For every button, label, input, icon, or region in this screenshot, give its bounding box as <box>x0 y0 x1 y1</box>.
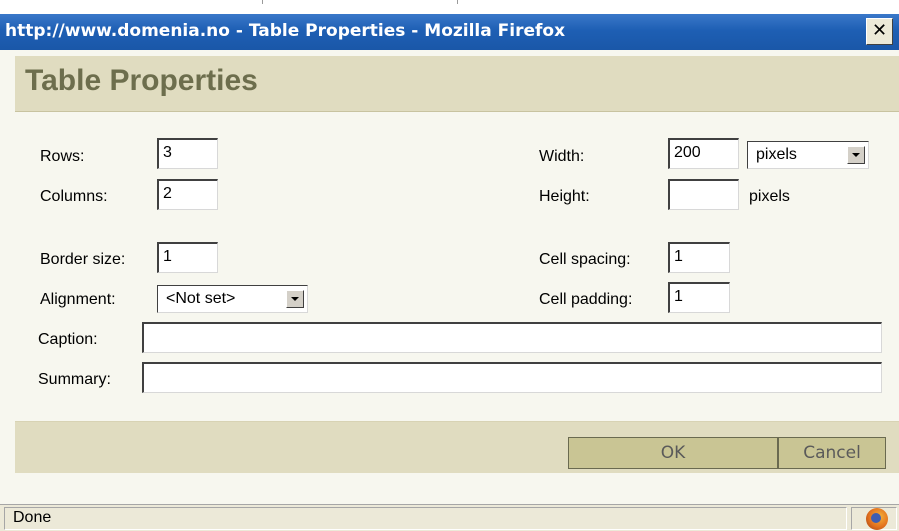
height-unit-label: pixels <box>749 188 790 205</box>
chevron-down-icon[interactable] <box>847 146 865 164</box>
width-label: Width: <box>539 148 585 165</box>
cell-spacing-label: Cell spacing: <box>539 251 631 268</box>
status-icon-panel <box>851 507 897 530</box>
dialog-body: Table Properties Rows: 3 Columns: 2 Widt… <box>0 50 899 504</box>
close-button[interactable]: ✕ <box>866 18 893 45</box>
window-title: http://www.domenia.no - Table Properties… <box>5 21 566 41</box>
cell-spacing-input[interactable]: 1 <box>668 242 730 273</box>
height-label: Height: <box>539 188 590 205</box>
width-unit-select[interactable]: pixels <box>747 141 869 169</box>
rows-label: Rows: <box>40 148 85 165</box>
caption-label: Caption: <box>38 331 98 348</box>
columns-label: Columns: <box>40 188 108 205</box>
status-text: Done <box>13 509 52 526</box>
width-unit-value: pixels <box>756 146 797 163</box>
border-size-label: Border size: <box>40 251 126 268</box>
chevron-down-icon[interactable] <box>286 290 304 308</box>
status-text-panel: Done <box>4 507 847 530</box>
ok-button[interactable]: OK <box>568 437 778 469</box>
divider <box>262 0 263 4</box>
summary-label: Summary: <box>38 371 111 388</box>
divider <box>15 111 899 112</box>
width-input[interactable]: 200 <box>668 138 739 169</box>
close-icon: ✕ <box>871 20 888 41</box>
dialog-header: Table Properties <box>15 56 899 112</box>
window-titlebar: http://www.domenia.no - Table Properties… <box>0 14 899 50</box>
divider <box>15 421 899 422</box>
cell-padding-input[interactable]: 1 <box>668 282 730 313</box>
alignment-value: <Not set> <box>166 290 236 307</box>
columns-input[interactable]: 2 <box>157 179 218 210</box>
dialog-footer: OK Cancel <box>15 421 899 473</box>
rows-input[interactable]: 3 <box>157 138 218 169</box>
cancel-button[interactable]: Cancel <box>778 437 886 469</box>
firefox-icon <box>866 508 888 530</box>
alignment-label: Alignment: <box>40 291 116 308</box>
caption-input[interactable] <box>142 322 882 353</box>
summary-input[interactable] <box>142 362 882 393</box>
status-bar: Done <box>0 504 899 531</box>
page-title: Table Properties <box>25 64 258 97</box>
top-strip <box>0 0 899 14</box>
border-size-input[interactable]: 1 <box>157 242 218 273</box>
alignment-select[interactable]: <Not set> <box>157 285 308 313</box>
divider <box>457 0 458 4</box>
height-input[interactable] <box>668 179 739 210</box>
cell-padding-label: Cell padding: <box>539 291 633 308</box>
